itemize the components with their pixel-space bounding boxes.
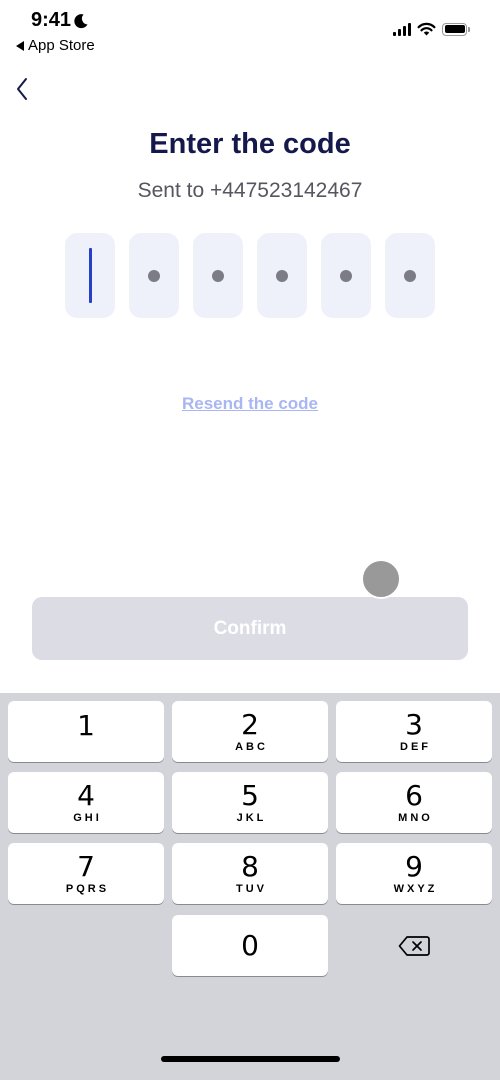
back-app-label: App Store — [28, 37, 95, 54]
key-letters: ABC — [235, 740, 268, 753]
key-digit: 0 — [241, 928, 259, 962]
battery-icon — [442, 22, 470, 36]
key-digit: 6 — [405, 778, 423, 812]
status-bar: 9:41 App Store — [0, 0, 500, 60]
back-button[interactable] — [10, 74, 34, 104]
resend-code-link[interactable]: Resend the code — [182, 394, 318, 413]
key-digit: 9 — [405, 849, 423, 883]
status-icons — [393, 22, 470, 36]
key-letters: DEF — [400, 740, 431, 753]
placeholder-dot — [148, 269, 160, 282]
sent-to-text: Sent to +447523142467 — [137, 179, 363, 202]
key-letters: GHI — [73, 811, 102, 824]
back-triangle-icon — [16, 40, 24, 51]
moon-icon — [74, 13, 88, 28]
numeric-keypad: 1 2 ABC 3 DEF 4 GHI 5 JKL 6 MNO 7 PQRS 8… — [0, 693, 500, 1080]
delete-key[interactable] — [336, 915, 492, 976]
home-indicator[interactable] — [161, 1056, 340, 1062]
code-digit-box[interactable] — [385, 233, 435, 318]
key-digit: 7 — [77, 849, 95, 883]
page-title: Enter the code — [149, 128, 351, 160]
back-to-app-store[interactable]: App Store — [16, 37, 95, 54]
confirm-button[interactable]: Confirm — [32, 597, 468, 660]
touch-indicator — [361, 559, 401, 599]
key-digit: 2 — [241, 707, 259, 741]
time-text: 9:41 — [31, 9, 72, 31]
backspace-icon — [398, 935, 430, 956]
code-digit-box[interactable] — [193, 233, 243, 318]
code-digit-box[interactable] — [257, 233, 307, 318]
key-digit: 4 — [77, 778, 95, 812]
placeholder-dot — [340, 269, 352, 282]
key-9[interactable]: 9 WXYZ — [336, 843, 492, 904]
placeholder-dot — [212, 269, 224, 282]
key-5[interactable]: 5 JKL — [172, 772, 328, 833]
placeholder-dot — [276, 269, 288, 282]
key-letters: PQRS — [65, 882, 110, 895]
key-6[interactable]: 6 MNO — [336, 772, 492, 833]
key-1[interactable]: 1 — [8, 701, 164, 762]
key-letters: JKL — [236, 811, 267, 824]
chevron-left-icon — [17, 78, 27, 100]
key-digit: 5 — [241, 778, 259, 812]
key-7[interactable]: 7 PQRS — [8, 843, 164, 904]
key-4[interactable]: 4 GHI — [8, 772, 164, 833]
code-digit-box[interactable] — [321, 233, 371, 318]
signal-icon — [393, 22, 411, 36]
key-3[interactable]: 3 DEF — [336, 701, 492, 762]
key-letters: MNO — [398, 811, 433, 824]
key-letters: TUV — [236, 882, 267, 895]
key-letters: WXYZ — [393, 882, 438, 895]
wifi-icon — [417, 22, 436, 36]
key-digit: 1 — [77, 708, 95, 742]
code-digit-box[interactable] — [129, 233, 179, 318]
key-digit: 3 — [405, 707, 423, 741]
code-input[interactable] — [65, 233, 435, 318]
code-digit-box[interactable] — [65, 233, 115, 318]
text-cursor — [88, 248, 92, 303]
key-digit: 8 — [241, 849, 259, 883]
key-8[interactable]: 8 TUV — [172, 843, 328, 904]
status-time: 9:41 — [31, 9, 89, 32]
placeholder-dot — [404, 269, 416, 282]
resend-container: Resend the code — [0, 394, 500, 414]
key-2[interactable]: 2 ABC — [172, 701, 328, 762]
key-0[interactable]: 0 — [172, 915, 328, 976]
